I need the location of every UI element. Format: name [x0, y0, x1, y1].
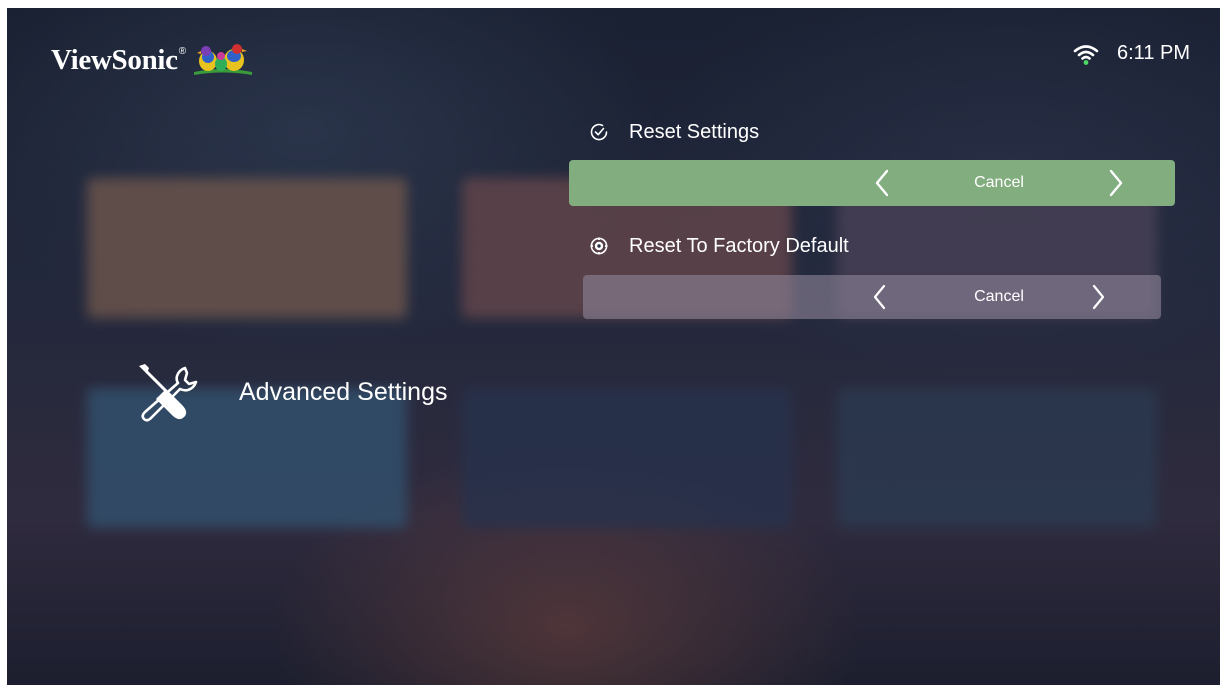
brand-name: ViewSonic	[51, 43, 178, 76]
chevron-right-icon	[1109, 169, 1123, 197]
reset-settings-next-arrow[interactable]	[1105, 168, 1127, 198]
chevron-left-icon	[873, 284, 886, 310]
factory-reset-value: Cancel	[974, 288, 1024, 305]
clock-time: 6:11 PM	[1117, 42, 1190, 64]
chevron-left-icon	[875, 169, 889, 197]
finch-birds-logo-icon	[194, 44, 253, 75]
factory-reset-title: Reset To Factory Default	[629, 235, 849, 257]
reset-settings-title: Reset Settings	[629, 121, 760, 143]
background-dim	[7, 8, 1220, 685]
factory-reset-gear-icon	[589, 236, 611, 258]
wifi-icon	[1073, 44, 1099, 65]
section-title: Advanced Settings	[239, 377, 448, 406]
factory-reset-selector[interactable]: Cancel	[583, 275, 1161, 319]
reset-settings-label: Reset Settings	[589, 121, 759, 144]
reset-settings-selector[interactable]: Cancel	[569, 160, 1175, 206]
brand-logo: ViewSonic ®	[51, 42, 254, 78]
factory-reset-prev-arrow[interactable]	[869, 282, 891, 312]
reset-settings-prev-arrow[interactable]	[871, 168, 893, 198]
reset-settings-value: Cancel	[974, 174, 1024, 191]
wrench-screwdriver-icon	[139, 364, 198, 422]
brand-registered-mark: ®	[178, 45, 187, 57]
chevron-right-icon	[1092, 284, 1105, 310]
projector-screen: ViewSonic ® 6:11 PM Reset Settings Cance…	[7, 8, 1220, 685]
advanced-settings-section: Advanced Settings	[135, 360, 447, 424]
factory-reset-next-arrow[interactable]	[1087, 282, 1109, 312]
check-circle-icon	[589, 122, 611, 144]
status-bar: 6:11 PM	[1073, 42, 1190, 65]
factory-reset-label: Reset To Factory Default	[589, 235, 849, 258]
